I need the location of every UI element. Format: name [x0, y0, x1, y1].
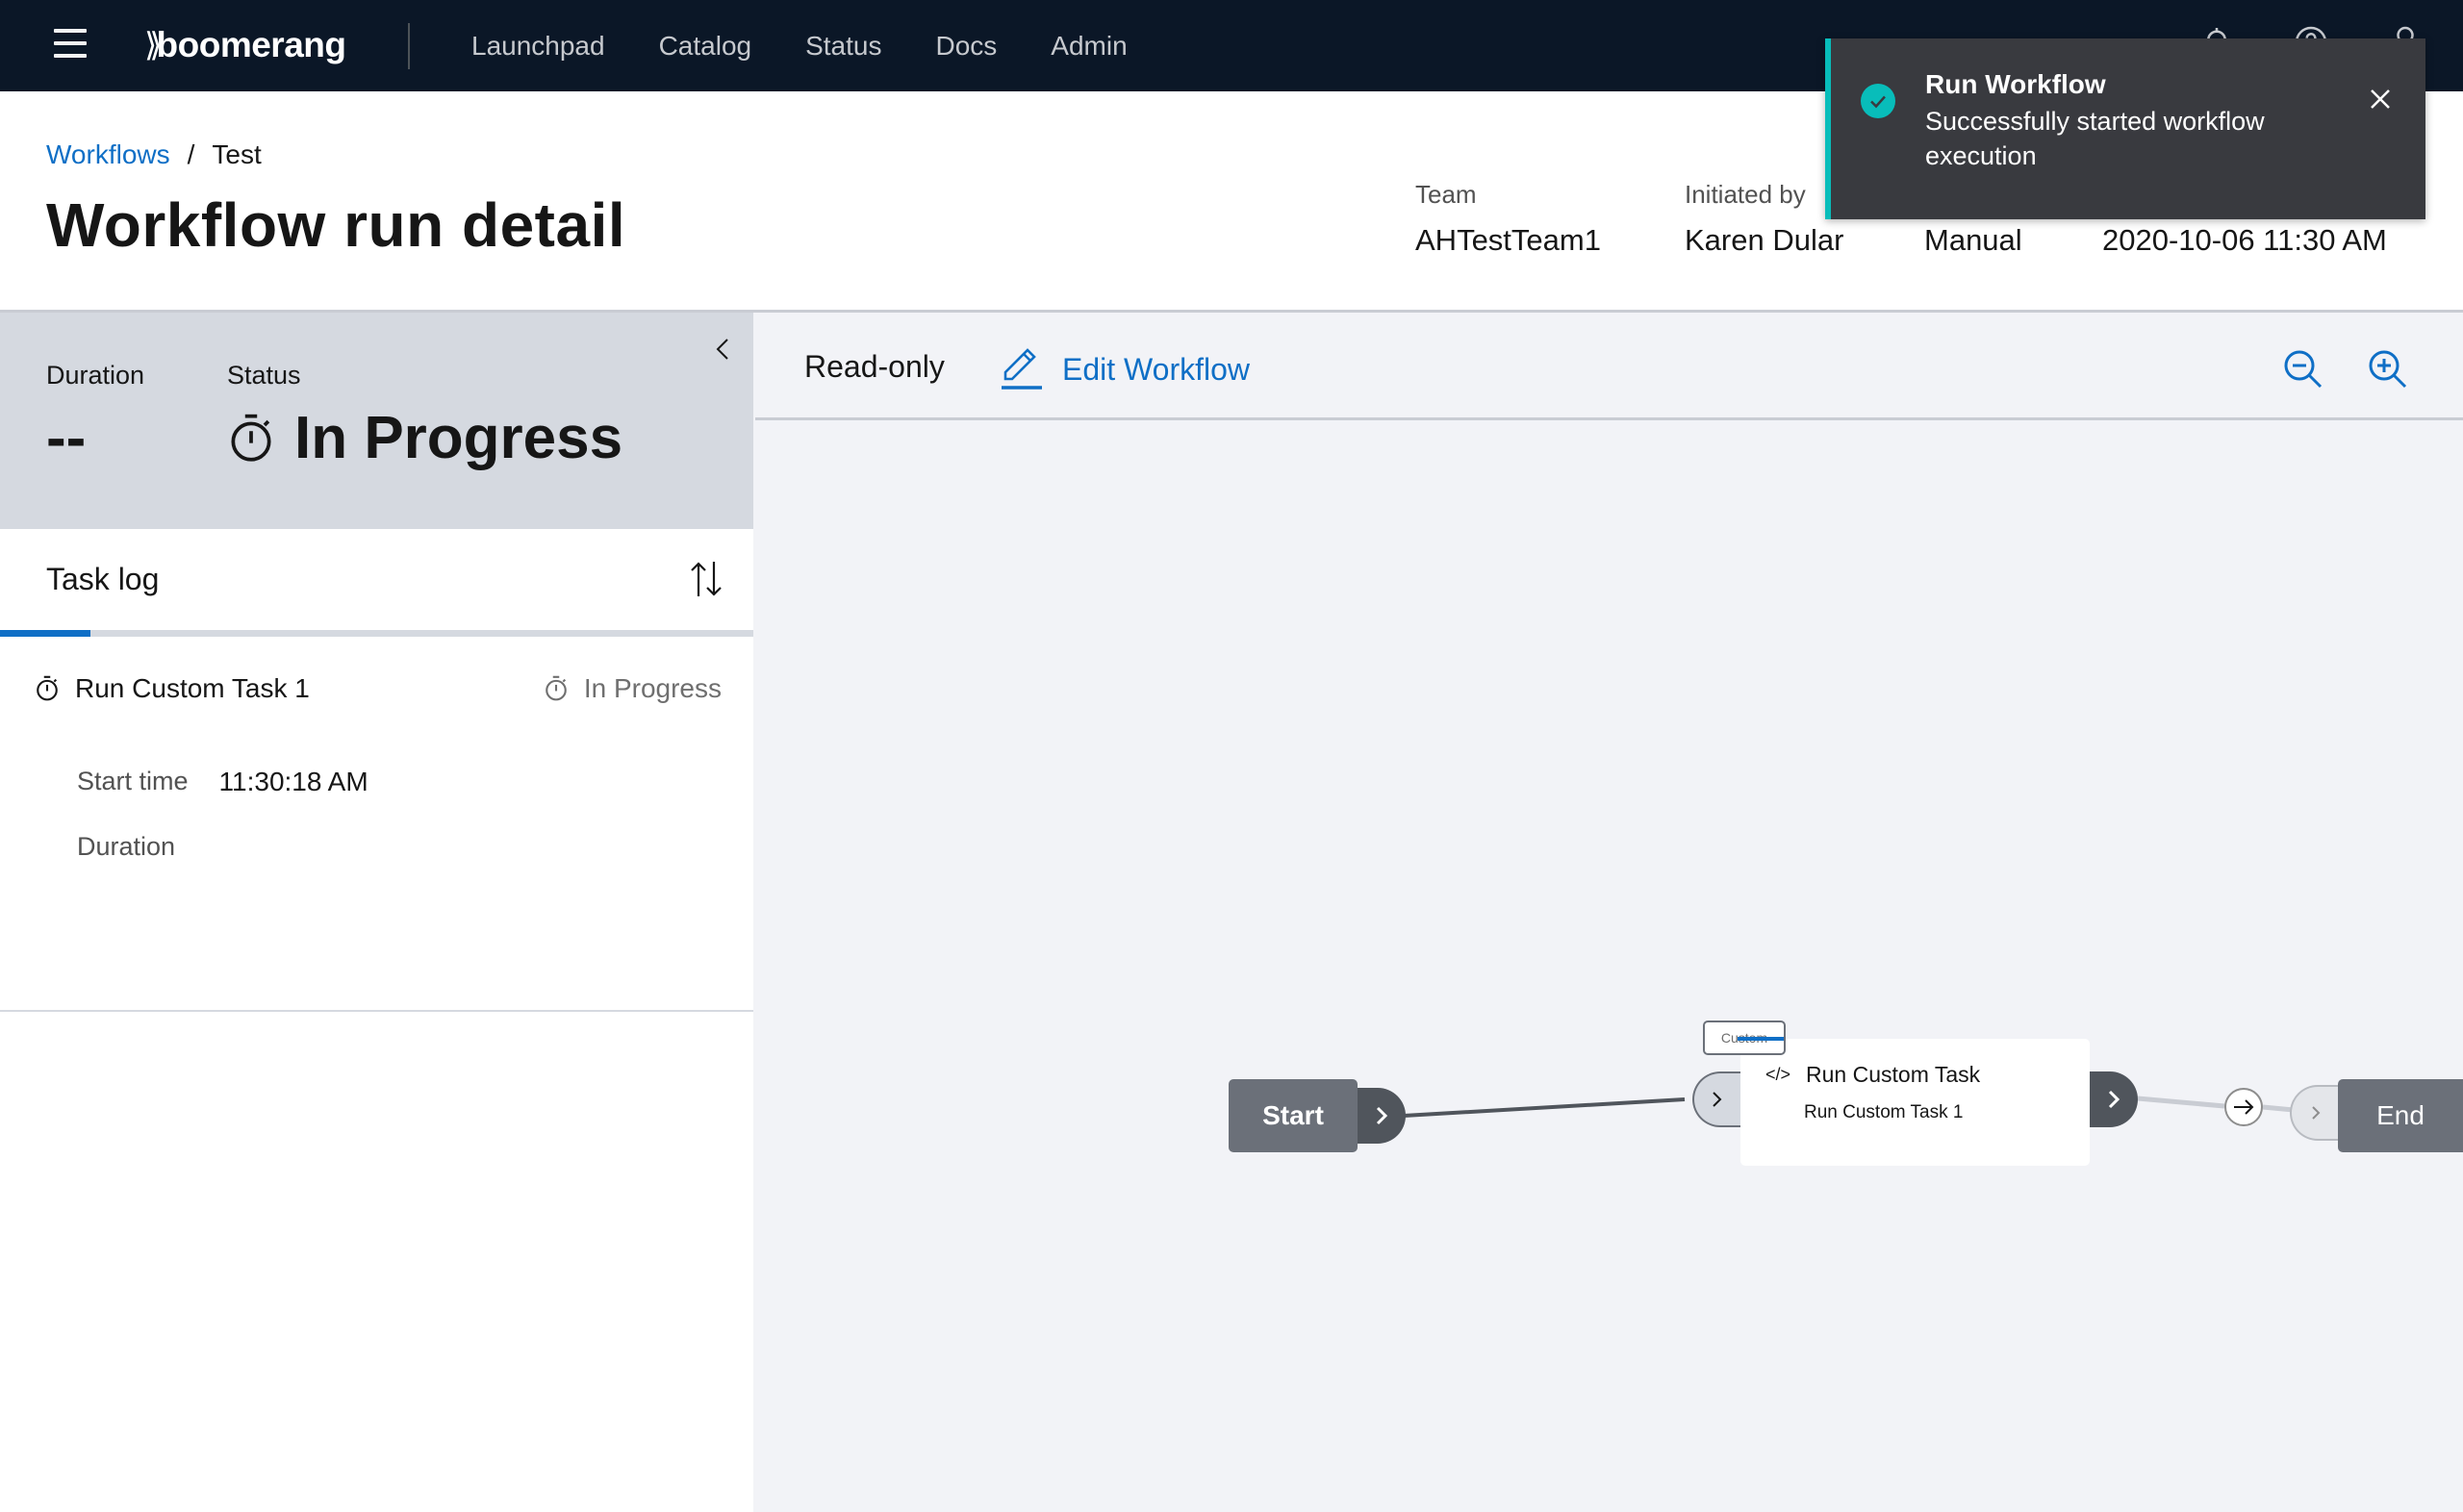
summary-status: Status In Progress [227, 361, 622, 472]
toast-subtitle: Successfully started workflow execution [1925, 107, 2265, 170]
timer-icon [231, 414, 271, 462]
breadcrumb: Workflows / Test [46, 139, 262, 170]
toast-notification: Run Workflow Successfully started workfl… [1825, 38, 2425, 219]
edit-workflow-text: Edit Workflow [1062, 351, 1251, 387]
edit-icon [1002, 348, 1042, 390]
editor-toolbar: Read-only Edit Workflow [755, 313, 2463, 420]
start-time-label: Start time [77, 767, 189, 795]
duration-label: Duration [46, 361, 145, 390]
add-node-button[interactable] [2224, 1088, 2263, 1126]
sort-icon[interactable] [687, 558, 725, 600]
nav-link-admin[interactable]: Admin [1051, 31, 1127, 62]
link-task-to-add [2137, 1096, 2225, 1109]
task-log-header: Task log [0, 529, 753, 630]
start-node-label: Start [1262, 1100, 1324, 1130]
chevron-right-icon [2108, 1090, 2120, 1109]
meta-initiated-by: Initiated by Karen Dular [1685, 180, 1843, 258]
status-text: In Progress [294, 405, 623, 471]
task-tag-indicator [1738, 1037, 1784, 1041]
nav-divider [408, 23, 410, 69]
nav-link-docs[interactable]: Docs [935, 31, 997, 62]
status-label: Status [227, 361, 301, 390]
task-node[interactable]: </> Run Custom Task Run Custom Task 1 [1740, 1039, 2090, 1166]
meta-value: 2020-10-06 11:30 AM [2102, 223, 2387, 257]
task-progress-bar [0, 630, 753, 637]
read-only-label: Read-only [804, 349, 945, 384]
link-start-to-task [1403, 1097, 1686, 1118]
arrow-right-icon [2234, 1099, 2254, 1115]
task-progress-fill [0, 630, 90, 637]
task-node-title: </> Run Custom Task [1765, 1062, 1980, 1088]
run-sidebar: Duration -- Status In Progress Task log … [0, 313, 753, 1512]
status-value: In Progress [227, 404, 622, 472]
task-status: In Progress [544, 673, 722, 704]
diagram-canvas[interactable]: Start </> Run Custom Task Run Custom Tas… [755, 423, 2463, 1512]
start-node[interactable]: Start [1229, 1079, 1358, 1152]
breadcrumb-workflows[interactable]: Workflows [46, 139, 170, 170]
timer-icon [546, 675, 567, 701]
zoom-out-icon[interactable] [2283, 349, 2323, 390]
meta-value: Manual [1924, 223, 2022, 257]
meta-label: Team [1415, 180, 1477, 209]
nav-link-launchpad[interactable]: Launchpad [471, 31, 605, 62]
breadcrumb-separator: / [187, 139, 195, 169]
run-summary: Duration -- Status In Progress [0, 313, 753, 529]
meta-value: Karen Dular [1685, 223, 1844, 257]
end-node[interactable]: End [2338, 1079, 2463, 1152]
end-node-label: End [2376, 1100, 2425, 1130]
task-status-text: In Progress [583, 673, 722, 703]
task-node-name: Run Custom Task 1 [1804, 1102, 1964, 1122]
close-icon[interactable] [2366, 85, 2395, 113]
chevron-left-icon[interactable] [710, 332, 737, 366]
task-log-title: Task log [46, 562, 160, 596]
duration-value: -- [46, 405, 87, 471]
checkmark-filled-icon [1861, 84, 1895, 118]
summary-duration: Duration -- [46, 361, 144, 472]
brand-name: boomerang [156, 25, 346, 64]
boomerang-logo-icon: ⟩⟩ [144, 27, 162, 63]
start-time-value: 11:30:18 AM [218, 767, 368, 796]
nav-link-status[interactable]: Status [805, 31, 881, 62]
breadcrumb-current: Test [212, 139, 262, 169]
page-title: Workflow run detail [46, 190, 626, 260]
zoom-in-icon[interactable] [2368, 349, 2408, 390]
edit-workflow-link[interactable]: Edit Workflow [1001, 347, 1250, 391]
nav-link-catalog[interactable]: Catalog [659, 31, 752, 62]
task-log-item: Run Custom Task 1 In Progress Start time… [0, 637, 753, 1012]
toast-title: Run Workflow [1925, 69, 2106, 99]
task-duration: Duration [77, 832, 206, 862]
task-name-text: Run Custom Task 1 [75, 673, 310, 703]
brand-logo[interactable]: ⟩⟩ boomerang [144, 21, 346, 69]
meta-team: Team AHTestTeam1 [1415, 180, 1601, 258]
chevron-right-icon [1713, 1092, 1722, 1107]
end-input-port[interactable] [2290, 1085, 2340, 1141]
nav-links: Launchpad Catalog Status Docs Admin [471, 0, 1128, 91]
code-icon: </> [1765, 1065, 1791, 1084]
menu-icon[interactable] [54, 29, 87, 58]
task-input-port[interactable] [1692, 1071, 1740, 1127]
task-node-type: Run Custom Task [1806, 1062, 1981, 1087]
timer-icon [37, 675, 58, 701]
diagram-links [1403, 1096, 2315, 1118]
task-type-tag: Custom [1703, 1021, 1786, 1055]
task-output-port[interactable] [2090, 1071, 2138, 1127]
start-output-port[interactable] [1358, 1088, 1406, 1144]
duration-label: Duration [77, 832, 176, 861]
meta-value: AHTestTeam1 [1415, 223, 1601, 257]
workflow-editor: Read-only Edit Workflow Start </> Run Cu… [755, 313, 2463, 1512]
task-start-time: Start time 11:30:18 AM [77, 767, 368, 797]
task-name[interactable]: Run Custom Task 1 [35, 673, 310, 704]
chevron-right-icon [1376, 1106, 1388, 1125]
chevron-right-icon [2312, 1106, 2321, 1120]
meta-label: Initiated by [1685, 180, 1806, 209]
